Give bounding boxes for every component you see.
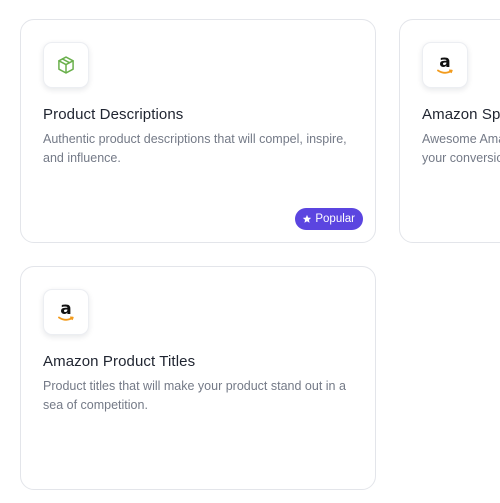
templates-grid: Product Descriptions Authentic product d… — [0, 0, 500, 503]
card-description: Authentic product descriptions that will… — [43, 132, 347, 165]
template-card-amazon-sponsored[interactable]: a Amazon Sponsored Brand Ads Awesome Ama… — [399, 19, 500, 243]
box-icon — [58, 56, 74, 74]
amazon-logo-icon: a — [56, 300, 76, 323]
card-title: Amazon Sponsored Brand Ads — [422, 106, 500, 123]
template-card-amazon-product-titles[interactable]: a Amazon Product Titles Product titles t… — [20, 266, 376, 490]
card-description: Product titles that will make your produ… — [43, 379, 346, 412]
amazon-logo-icon: a — [435, 53, 455, 76]
badge-label: Popular — [315, 213, 355, 225]
card-icon-tile — [43, 42, 89, 88]
card-description: Awesome Amazon sponsored brand ads that … — [422, 132, 500, 165]
popular-badge: Popular — [295, 208, 363, 230]
card-icon-tile: a — [43, 289, 89, 335]
card-icon-tile: a — [422, 42, 468, 88]
amazon-smile-icon — [58, 316, 74, 321]
star-icon — [303, 214, 312, 223]
template-card-product-descriptions[interactable]: Product Descriptions Authentic product d… — [20, 19, 376, 243]
card-title: Product Descriptions — [43, 106, 184, 123]
amazon-smile-icon — [437, 69, 453, 74]
card-title: Amazon Product Titles — [43, 353, 196, 370]
